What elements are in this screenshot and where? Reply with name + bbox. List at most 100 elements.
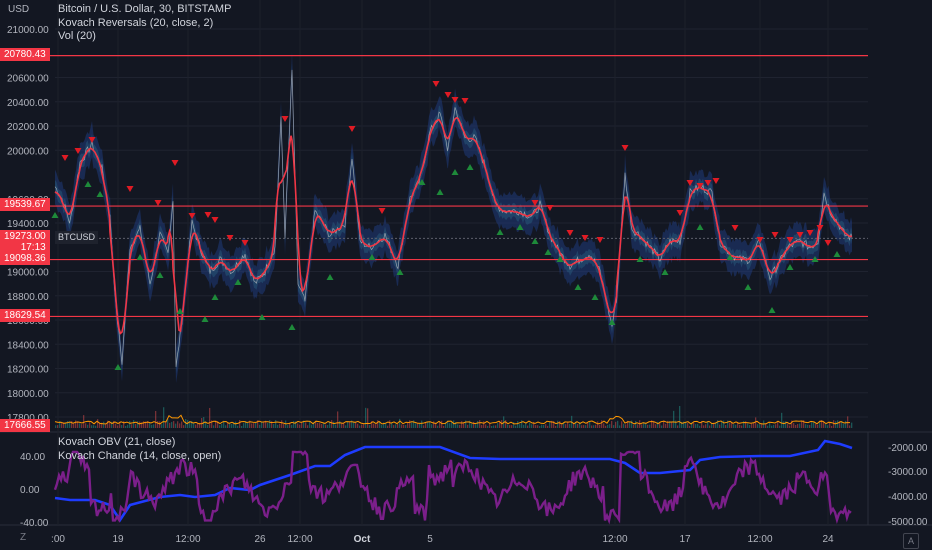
zoom-icon[interactable]: Z [20, 532, 26, 543]
volume-bar [83, 415, 85, 428]
volume-bar [321, 424, 323, 428]
volume-bar [677, 425, 679, 428]
indicator-kovach-obv[interactable]: Kovach OBV (21, close) [58, 436, 221, 450]
volume-bar [267, 423, 269, 428]
volume-bar [537, 425, 539, 428]
volume-bar [305, 422, 307, 428]
volume-bar [385, 423, 387, 428]
volume-bar [765, 424, 767, 428]
volume-bar [451, 421, 453, 428]
volume-bar [815, 423, 817, 428]
auto-scale-button[interactable]: A [903, 533, 919, 549]
volume-bar [759, 424, 761, 428]
volume-bar [493, 425, 495, 428]
volume-bar [647, 424, 649, 428]
volume-bar [819, 422, 821, 428]
volume-bar [787, 423, 789, 428]
volume-bar [483, 421, 485, 428]
price-tick-label: 21000.00 [7, 25, 49, 36]
volume-bar [333, 421, 335, 428]
volume-bar [133, 420, 135, 428]
volume-bar [181, 421, 183, 428]
volume-bar [741, 425, 743, 428]
indicator-kovach-reversals[interactable]: Kovach Reversals (20, close, 2) [58, 17, 231, 31]
volume-bar [497, 423, 499, 428]
volume-bar [601, 420, 603, 428]
time-tick-label: 12:00 [747, 534, 772, 545]
volume-bar [641, 424, 643, 428]
reversal-up-marker [696, 224, 704, 230]
volume-bar [291, 424, 293, 428]
volume-bar [623, 423, 625, 428]
volume-bar [307, 425, 309, 428]
volume-bar [739, 424, 741, 428]
volume-bar [525, 423, 527, 428]
volume-bar [587, 422, 589, 428]
volume-bar [609, 424, 611, 428]
osc-left-tick: 0.00 [20, 485, 40, 496]
volume-bar [807, 424, 809, 428]
volume-bar [429, 421, 431, 428]
volume-bar [661, 425, 663, 428]
volume-bar [799, 423, 801, 428]
volume-bar [481, 425, 483, 428]
volume-bar [813, 422, 815, 428]
volume-bar [401, 424, 403, 428]
volume-bar [97, 419, 99, 428]
volume-bar [833, 420, 835, 428]
volume-bar [251, 423, 253, 428]
volume-bar [801, 421, 803, 428]
time-tick-label: Oct [354, 534, 371, 545]
volume-bar [139, 421, 141, 428]
symbol-title[interactable]: Bitcoin / U.S. Dollar, 30, BITSTAMP [58, 3, 231, 17]
volume-bar [613, 425, 615, 428]
volume-bar [247, 422, 249, 428]
reversal-down-marker [824, 240, 832, 246]
volume-bar [829, 422, 831, 428]
indicator-kovach-chande[interactable]: Kovach Chande (14, close, open) [58, 450, 221, 464]
volume-bar [679, 405, 681, 428]
volume-bar [219, 425, 221, 428]
reversal-up-marker [288, 324, 296, 330]
osc-right-tick: -5000.00 [888, 517, 928, 528]
volume-bar [345, 425, 347, 428]
volume-bar [721, 421, 723, 428]
volume-bar [611, 420, 613, 428]
volume-bar [177, 421, 179, 428]
volume-bar [697, 423, 699, 428]
volume-bar [337, 411, 339, 428]
volume-bar [585, 425, 587, 428]
time-tick-label: 12:00 [287, 534, 312, 545]
volume-bar [81, 424, 83, 428]
volume-bar [381, 424, 383, 428]
reversal-up-marker [786, 264, 794, 270]
volume-bar [87, 424, 89, 428]
volume-bar [605, 425, 607, 428]
reversal-up-marker [211, 294, 219, 300]
volume-bar [845, 420, 847, 428]
volume-bar [213, 425, 215, 428]
volume-bar [835, 421, 837, 428]
volume-bar [735, 424, 737, 428]
volume-bar [849, 425, 851, 428]
volume-bar [457, 424, 459, 428]
indicator-volume[interactable]: Vol (20) [58, 30, 231, 44]
volume-bar [279, 423, 281, 428]
volume-bar [637, 424, 639, 428]
volume-bar [843, 423, 845, 428]
level-tag-2: 19539.67 [0, 198, 50, 211]
volume-bar [387, 425, 389, 428]
reversal-down-marker [61, 155, 69, 161]
volume-bar [471, 423, 473, 428]
volume-bar [443, 425, 445, 428]
volume-bar [705, 424, 707, 428]
volume-bar [397, 423, 399, 428]
volume-bar [405, 424, 407, 428]
volume-bar [793, 423, 795, 428]
volume-bar [319, 423, 321, 428]
volume-bar [589, 421, 591, 428]
trading-chart[interactable]: 40.00 0.00 -40.00 -2000.00 -3000.00 -4000.00 -… [0, 0, 932, 550]
volume-bar [477, 420, 479, 428]
volume-bar [437, 425, 439, 428]
volume-bar [825, 424, 827, 428]
